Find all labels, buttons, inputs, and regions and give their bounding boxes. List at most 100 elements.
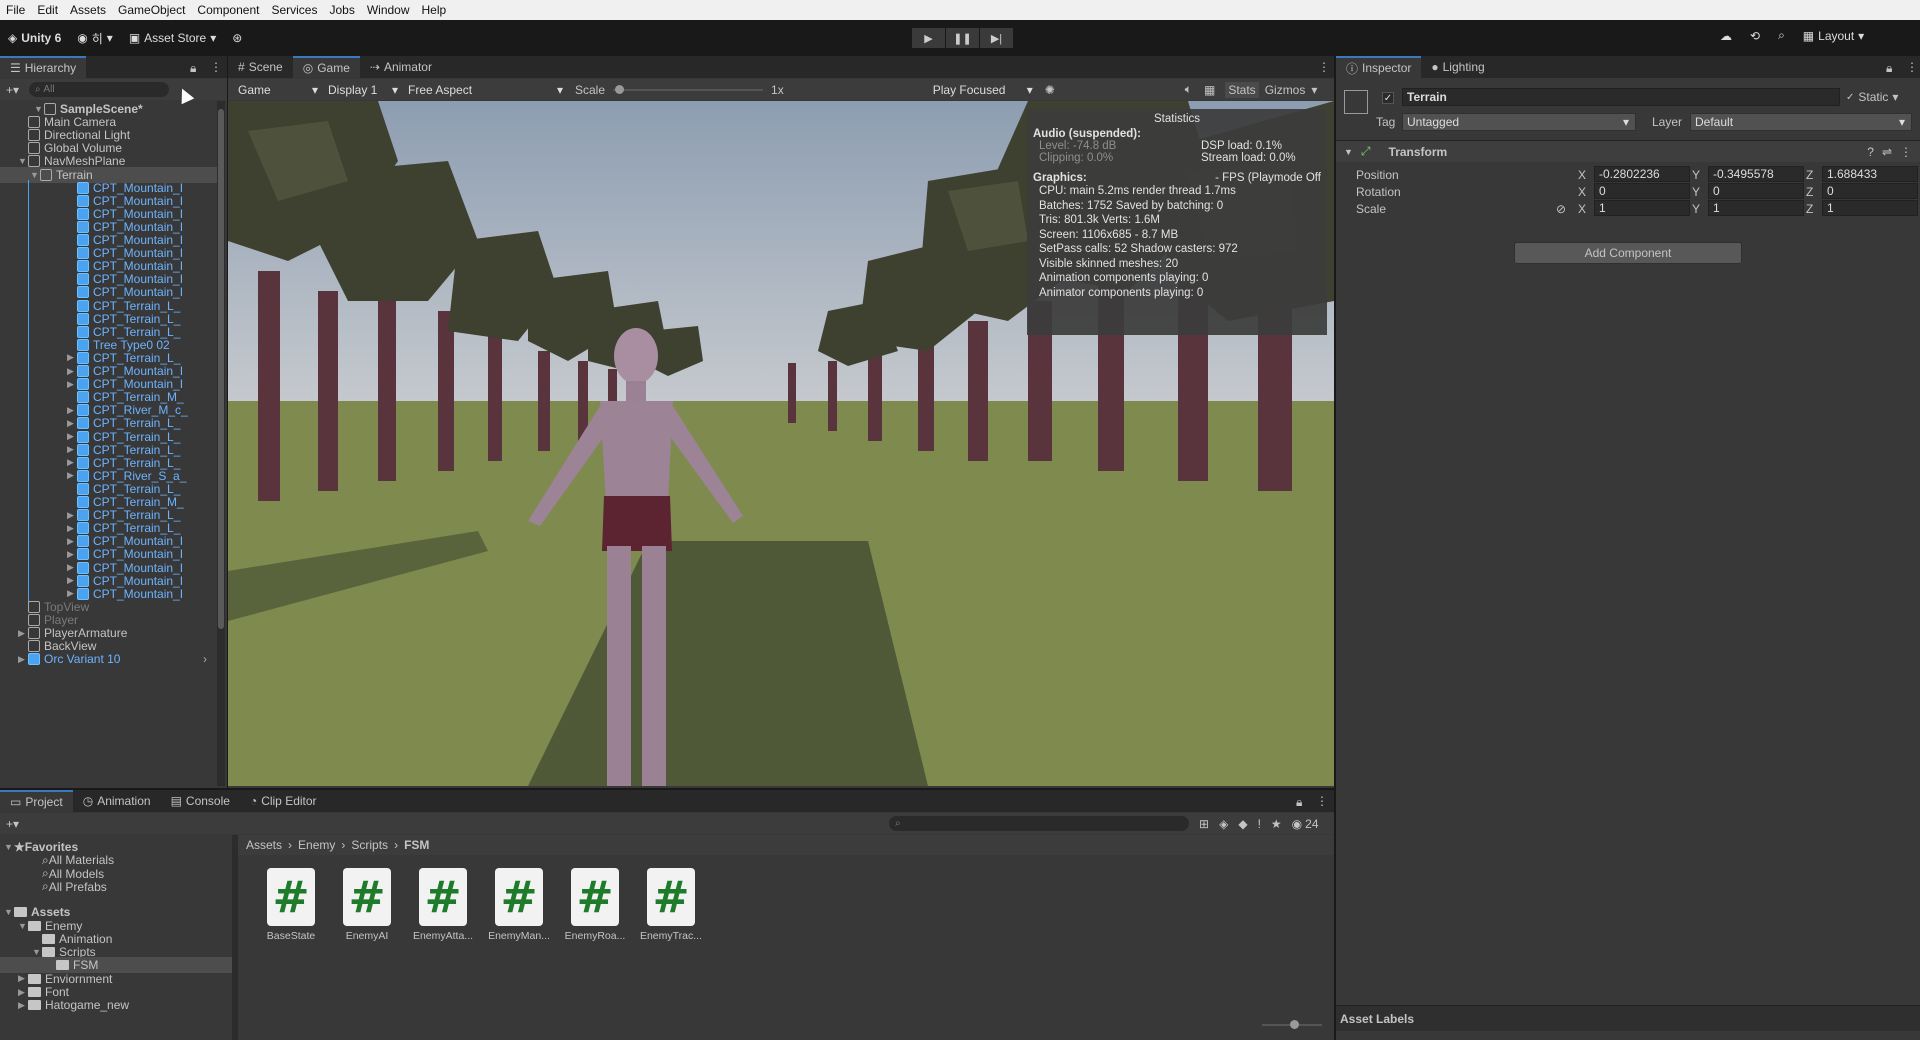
script-asset[interactable]: # BaseState bbox=[256, 868, 326, 942]
expand-caret-icon[interactable]: ▶ bbox=[67, 562, 77, 573]
expand-caret-icon[interactable]: ▶ bbox=[67, 588, 77, 599]
stats-toggle[interactable]: Stats bbox=[1225, 81, 1259, 98]
menu-help[interactable]: Help bbox=[416, 3, 453, 17]
tab-animator[interactable]: ⇢ Animator bbox=[360, 56, 442, 78]
expand-caret-icon[interactable]: ▶ bbox=[67, 510, 77, 521]
breadcrumb-item[interactable]: Scripts bbox=[351, 838, 388, 852]
menu-window[interactable]: Window bbox=[361, 3, 416, 17]
warning-icon[interactable]: ! bbox=[1258, 817, 1261, 831]
transform-scale-y-field[interactable]: 1 bbox=[1708, 200, 1804, 216]
expand-caret-icon[interactable]: ▶ bbox=[18, 628, 28, 639]
bug-icon[interactable]: ✺ bbox=[1045, 83, 1055, 97]
tab-animation[interactable]: ◷ Animation bbox=[73, 790, 161, 812]
expand-caret-icon[interactable]: ▼ bbox=[18, 156, 28, 166]
more-menu-icon[interactable]: ⋮ bbox=[1318, 60, 1330, 74]
more-menu-icon[interactable]: ⋮ bbox=[1316, 794, 1328, 808]
menu-gameobject[interactable]: GameObject bbox=[112, 3, 191, 17]
asset-store-button[interactable]: ▣ Asset Store ▾ bbox=[121, 31, 224, 45]
menu-assets[interactable]: Assets bbox=[64, 3, 112, 17]
lock-icon[interactable]: 🔒︎ bbox=[190, 61, 196, 76]
more-menu-icon[interactable]: ⋮ bbox=[210, 60, 222, 74]
expand-caret-icon[interactable]: ▶ bbox=[18, 654, 28, 665]
expand-caret-icon[interactable]: ▶ bbox=[67, 431, 77, 442]
expand-caret-icon[interactable]: ▶ bbox=[67, 575, 77, 586]
asset-labels-bar[interactable]: Asset Labels bbox=[1336, 1005, 1920, 1031]
tab-clip-editor[interactable]: ◔ Clip Editor bbox=[240, 790, 327, 812]
gizmos-dropdown[interactable]: Gizmos bbox=[1265, 83, 1306, 97]
tag-icon[interactable]: ◆ bbox=[1238, 817, 1247, 831]
more-menu-icon[interactable]: ⋮ bbox=[1906, 60, 1918, 74]
expand-caret-icon[interactable]: ▶ bbox=[18, 1000, 28, 1011]
aspect-dropdown[interactable]: Free Aspect ▾ bbox=[404, 81, 569, 99]
filter-type-icon[interactable]: ⊞ bbox=[1199, 817, 1209, 831]
transform-scale-z-field[interactable]: 1 bbox=[1822, 200, 1918, 216]
expand-caret-icon[interactable]: ▶ bbox=[67, 352, 77, 363]
project-folder[interactable]: ▶ Hatogame_new bbox=[0, 997, 232, 1013]
script-asset[interactable]: # EnemyAtta... bbox=[408, 868, 478, 942]
expand-caret-icon[interactable]: ▶ bbox=[67, 457, 77, 468]
expand-caret-icon[interactable]: ▼ bbox=[18, 921, 28, 931]
tab-game[interactable]: ◎ Game bbox=[292, 56, 360, 78]
menu-file[interactable]: File bbox=[0, 3, 31, 17]
lock-icon[interactable]: 🔒︎ bbox=[1886, 61, 1892, 76]
step-button[interactable]: ▶| bbox=[980, 28, 1013, 48]
expand-caret-icon[interactable]: ▶ bbox=[67, 470, 77, 481]
project-search-input[interactable]: ⌕ bbox=[889, 816, 1190, 831]
settings-icon[interactable]: ⇌ bbox=[1882, 145, 1892, 159]
transform-rotation-y-field[interactable]: 0 bbox=[1708, 183, 1804, 199]
scale-slider[interactable] bbox=[613, 83, 764, 97]
transform-rotation-z-field[interactable]: 0 bbox=[1822, 183, 1918, 199]
script-asset[interactable]: # EnemyAI bbox=[332, 868, 402, 942]
add-icon[interactable]: +▾ bbox=[6, 817, 19, 831]
filter-label-icon[interactable]: ◈ bbox=[1219, 817, 1228, 831]
object-name-field[interactable]: Terrain bbox=[1402, 88, 1840, 106]
transform-rotation-x-field[interactable]: 0 bbox=[1594, 183, 1690, 199]
stats-grid-icon[interactable]: ▦ bbox=[1204, 83, 1215, 97]
slider-handle[interactable] bbox=[1290, 1020, 1299, 1029]
expand-caret-icon[interactable]: ▶ bbox=[67, 444, 77, 455]
version-control-button[interactable]: ⊛ bbox=[224, 31, 250, 45]
transform-position-z-field[interactable]: 1.688433 bbox=[1822, 166, 1918, 182]
history-icon[interactable]: ⟲ bbox=[1750, 29, 1760, 43]
tab-scene[interactable]: # Scene bbox=[228, 56, 293, 78]
prefab-arrow-icon[interactable]: › bbox=[203, 652, 217, 666]
breadcrumb-item[interactable]: FSM bbox=[404, 838, 429, 852]
expand-caret-icon[interactable]: ▼ bbox=[4, 842, 14, 852]
scroll-thumb[interactable] bbox=[218, 109, 224, 629]
favorite-item[interactable]: ⌕ All Prefabs bbox=[0, 879, 232, 895]
expand-caret-icon[interactable]: ▼ bbox=[34, 104, 44, 114]
help-icon[interactable]: ? bbox=[1867, 145, 1874, 159]
star-icon[interactable]: ★ bbox=[1271, 817, 1282, 831]
script-asset[interactable]: # EnemyRoa... bbox=[560, 868, 630, 942]
breadcrumb-item[interactable]: Enemy bbox=[298, 838, 335, 852]
expand-caret-icon[interactable]: ▶ bbox=[67, 405, 77, 416]
transform-header[interactable]: ▼ ⤢ Transform ? ⇌ ⋮ bbox=[1336, 140, 1920, 162]
lock-icon[interactable]: 🔒︎ bbox=[1296, 795, 1302, 810]
hierarchy-search-input[interactable]: ⌕ All bbox=[29, 82, 170, 97]
display-dropdown[interactable]: Display 1 ▾ bbox=[324, 81, 404, 99]
more-menu-icon[interactable]: ⋮ bbox=[1900, 145, 1912, 159]
tag-dropdown[interactable]: Untagged ▾ bbox=[1402, 113, 1636, 131]
menu-jobs[interactable]: Jobs bbox=[323, 3, 360, 17]
menu-edit[interactable]: Edit bbox=[31, 3, 64, 17]
menu-services[interactable]: Services bbox=[265, 3, 323, 17]
layout-dropdown[interactable]: ▦ Layout ▾ bbox=[1803, 29, 1864, 43]
menu-component[interactable]: Component bbox=[191, 3, 265, 17]
expand-caret-icon[interactable]: ▶ bbox=[18, 987, 28, 998]
tab-hierarchy[interactable]: ☰ Hierarchy bbox=[0, 56, 87, 78]
expand-caret-icon[interactable]: ▶ bbox=[67, 418, 77, 429]
pause-button[interactable]: ❚❚ bbox=[946, 28, 979, 48]
active-checkbox[interactable]: ✓ bbox=[1382, 92, 1394, 104]
expand-caret-icon[interactable]: ▶ bbox=[67, 523, 77, 534]
unity-account-button[interactable]: ◈ Unity 6 bbox=[0, 31, 69, 45]
account-dropdown[interactable]: ◉ 히 ▾ bbox=[69, 30, 121, 47]
play-button[interactable]: ▶ bbox=[912, 28, 945, 48]
expand-caret-icon[interactable]: ▶ bbox=[67, 379, 77, 390]
zoom-slider[interactable] bbox=[1262, 1020, 1322, 1030]
expand-caret-icon[interactable]: ▶ bbox=[18, 973, 28, 984]
mute-icon[interactable]: 🔈︎ bbox=[1185, 82, 1192, 97]
tab-lighting[interactable]: ● Lighting bbox=[1421, 56, 1494, 78]
script-asset[interactable]: # EnemyMan... bbox=[484, 868, 554, 942]
hierarchy-scrollbar[interactable] bbox=[217, 101, 225, 786]
expand-caret-icon[interactable]: ▶ bbox=[67, 549, 77, 560]
